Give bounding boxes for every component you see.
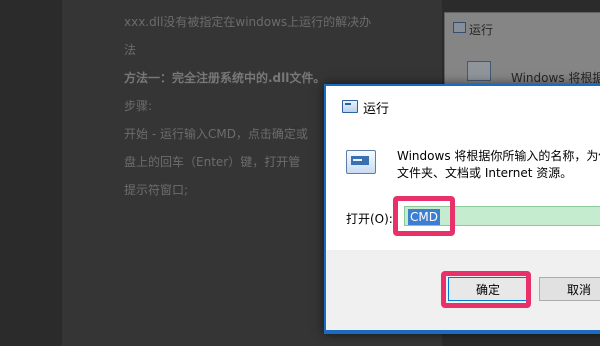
run-program-icon — [346, 150, 376, 176]
run-dialog-body: Windows 将根据你所输入的名称，为你 文件夹、文档或 Internet 资… — [326, 120, 600, 250]
run-program-icon — [467, 61, 491, 81]
open-input[interactable]: CMD — [404, 206, 600, 226]
screenshot-stage: xxx.dll没有被指定在windows上运行的解决办 法 方法一：完全注册系统… — [0, 0, 600, 346]
article-line-2: 法 — [124, 43, 137, 57]
run-icon — [342, 100, 358, 113]
run-program-icon-line — [353, 159, 362, 161]
run-dialog: 运行 Windows 将根据你所输入的名称，为你 文件夹、文档或 Interne… — [324, 84, 600, 334]
prompt-line-1: Windows 将根据你所输入的名称，为你 — [397, 149, 600, 163]
background-window-title: 运行 — [469, 23, 494, 37]
article-line-1: xxx.dll没有被指定在windows上运行的解决办 — [124, 15, 372, 29]
run-dialog-prompt: Windows 将根据你所输入的名称，为你 文件夹、文档或 Internet 资… — [397, 148, 600, 182]
run-dialog-titlebar[interactable]: 运行 — [326, 86, 600, 120]
open-input-value[interactable]: CMD — [408, 209, 440, 225]
prompt-line-2: 文件夹、文档或 Internet 资源。 — [397, 166, 573, 180]
cancel-button[interactable]: 取消 — [539, 277, 600, 301]
run-icon — [453, 22, 466, 33]
run-dialog-title: 运行 — [363, 102, 390, 117]
ok-button[interactable]: 确定 — [448, 277, 528, 301]
run-dialog-content: 运行 Windows 将根据你所输入的名称，为你 文件夹、文档或 Interne… — [326, 86, 600, 330]
open-label: 打开(O): — [346, 212, 393, 226]
